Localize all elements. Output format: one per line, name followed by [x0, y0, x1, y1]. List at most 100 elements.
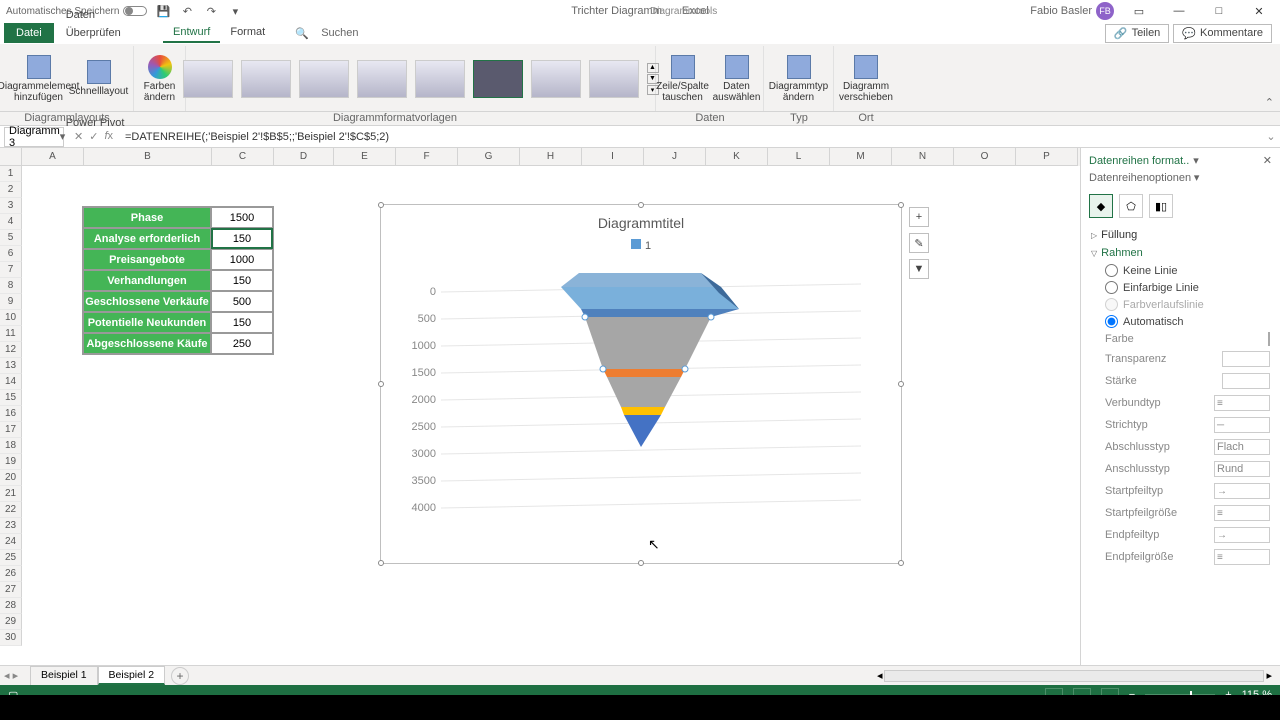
grid[interactable]: 1234567891011121314151617181920212223242…: [0, 166, 1080, 665]
row-header[interactable]: 20: [0, 470, 22, 486]
expand-formula-icon[interactable]: ⌄: [1262, 130, 1280, 143]
undo-icon[interactable]: ↶: [179, 3, 195, 19]
row-header[interactable]: 18: [0, 438, 22, 454]
row-header[interactable]: 17: [0, 422, 22, 438]
row-header[interactable]: 24: [0, 534, 22, 550]
share-button[interactable]: 🔗Teilen: [1105, 24, 1169, 43]
cancel-formula-icon[interactable]: ✕: [74, 130, 83, 143]
sheet-nav[interactable]: ◂ ▸: [4, 669, 18, 682]
table-phase-cell[interactable]: Phase: [83, 207, 211, 228]
compound-combo[interactable]: ≡: [1214, 395, 1270, 411]
row-header[interactable]: 8: [0, 278, 22, 294]
table-phase-cell[interactable]: Preisangebote: [83, 249, 211, 270]
column-header[interactable]: P: [1016, 148, 1078, 166]
comments-button[interactable]: 💬Kommentare: [1173, 24, 1272, 43]
qat-dropdown-icon[interactable]: ▾: [227, 3, 243, 19]
sheet-tab[interactable]: Beispiel 1: [30, 666, 98, 685]
ribbon-display-icon[interactable]: ▭: [1124, 1, 1154, 21]
chart-filter-button[interactable]: ▼: [909, 259, 929, 279]
row-header[interactable]: 6: [0, 246, 22, 262]
save-icon[interactable]: 💾: [155, 3, 171, 19]
row-header[interactable]: 9: [0, 294, 22, 310]
column-header[interactable]: J: [644, 148, 706, 166]
row-header[interactable]: 21: [0, 486, 22, 502]
row-header[interactable]: 3: [0, 198, 22, 214]
redo-icon[interactable]: ↷: [203, 3, 219, 19]
fx-icon[interactable]: fx: [104, 130, 113, 143]
table-value-cell[interactable]: 1000: [211, 249, 273, 270]
radio-no-line[interactable]: Keine Linie: [1091, 262, 1270, 279]
table-phase-cell[interactable]: Geschlossene Verkäufe: [83, 291, 211, 312]
column-header[interactable]: H: [520, 148, 582, 166]
row-header[interactable]: 12: [0, 342, 22, 358]
width-spinner[interactable]: [1222, 373, 1270, 389]
chart-style-3[interactable]: [299, 60, 349, 98]
row-header[interactable]: 28: [0, 598, 22, 614]
scroll-left-icon[interactable]: ◂: [877, 669, 883, 682]
maximize-icon[interactable]: □: [1204, 1, 1234, 21]
column-header[interactable]: G: [458, 148, 520, 166]
tab-überprüfen[interactable]: Überprüfen: [56, 24, 149, 42]
close-icon[interactable]: ✕: [1244, 1, 1274, 21]
column-header[interactable]: C: [212, 148, 274, 166]
add-chart-element-button[interactable]: Diagrammelement hinzufügen: [11, 51, 67, 107]
table-value-cell[interactable]: 500: [211, 291, 273, 312]
row-header[interactable]: 29: [0, 614, 22, 630]
row-header[interactable]: 14: [0, 374, 22, 390]
chart-object[interactable]: + ✎ ▼ Diagrammtitel 1 050010001500200025…: [380, 204, 902, 564]
add-sheet-button[interactable]: +: [171, 667, 189, 685]
row-header[interactable]: 1: [0, 166, 22, 182]
minimize-icon[interactable]: —: [1164, 1, 1194, 21]
join-combo[interactable]: Rund: [1214, 461, 1270, 477]
effects-icon[interactable]: ⬠: [1119, 194, 1143, 218]
row-header[interactable]: 7: [0, 262, 22, 278]
prop-color[interactable]: Farbe: [1091, 330, 1270, 348]
column-header[interactable]: K: [706, 148, 768, 166]
row-header[interactable]: 26: [0, 566, 22, 582]
chart-style-1[interactable]: [183, 60, 233, 98]
row-header[interactable]: 23: [0, 518, 22, 534]
table-value-cell[interactable]: 150: [211, 228, 273, 249]
quick-layout-button[interactable]: Schnelllayout: [71, 51, 127, 107]
switch-row-col-button[interactable]: Zeile/Spalte tauschen: [658, 51, 708, 107]
column-header[interactable]: M: [830, 148, 892, 166]
row-header[interactable]: 2: [0, 182, 22, 198]
pane-menu-icon[interactable]: ▾: [1193, 154, 1199, 167]
search-label[interactable]: Suchen: [311, 24, 368, 42]
chart-style-2[interactable]: [241, 60, 291, 98]
row-header[interactable]: 30: [0, 630, 22, 646]
chart-title[interactable]: Diagrammtitel: [381, 205, 901, 231]
name-box[interactable]: Diagramm 3▾: [4, 127, 64, 147]
row-header[interactable]: 19: [0, 454, 22, 470]
pane-close-icon[interactable]: ✕: [1263, 154, 1272, 167]
fill-line-icon[interactable]: ◆: [1089, 194, 1113, 218]
column-header[interactable]: F: [396, 148, 458, 166]
table-phase-cell[interactable]: Verhandlungen: [83, 270, 211, 291]
dash-combo[interactable]: ─: [1214, 417, 1270, 433]
column-header[interactable]: O: [954, 148, 1016, 166]
user-account[interactable]: Fabio Basler FB: [1030, 2, 1114, 20]
chart-style-4[interactable]: [357, 60, 407, 98]
tab-entwurf[interactable]: Entwurf: [163, 23, 220, 43]
scroll-right-icon[interactable]: ▸: [1266, 669, 1272, 682]
table-value-cell[interactable]: 250: [211, 333, 273, 354]
tab-file[interactable]: Datei: [4, 23, 54, 43]
column-header[interactable]: E: [334, 148, 396, 166]
chart-styles-button[interactable]: ✎: [909, 233, 929, 253]
table-value-cell[interactable]: 150: [211, 270, 273, 291]
horizontal-scrollbar[interactable]: [884, 670, 1264, 682]
arrow-end-combo[interactable]: →: [1214, 527, 1270, 543]
row-header[interactable]: 25: [0, 550, 22, 566]
table-phase-cell[interactable]: Potentielle Neukunden: [83, 312, 211, 333]
chart-elements-button[interactable]: +: [909, 207, 929, 227]
radio-solid-line[interactable]: Einfarbige Linie: [1091, 279, 1270, 296]
table-value-cell[interactable]: 150: [211, 312, 273, 333]
collapse-ribbon-icon[interactable]: ⌃: [1265, 96, 1274, 109]
row-header[interactable]: 13: [0, 358, 22, 374]
change-chart-type-button[interactable]: Diagrammtyp ändern: [771, 51, 827, 107]
column-header[interactable]: I: [582, 148, 644, 166]
arrow-end-size-combo[interactable]: ≡: [1214, 549, 1270, 565]
accept-formula-icon[interactable]: ✓: [89, 130, 98, 143]
radio-gradient-line[interactable]: Farbverlaufslinie: [1091, 296, 1270, 313]
chart-style-6[interactable]: [473, 60, 523, 98]
